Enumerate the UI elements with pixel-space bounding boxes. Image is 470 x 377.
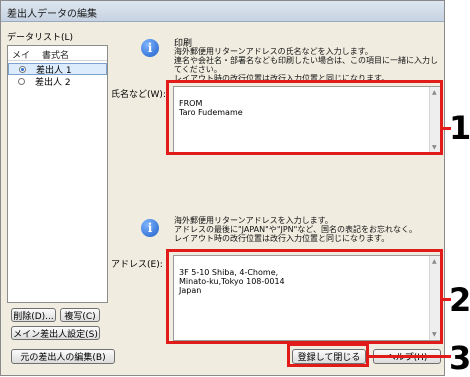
main-radio[interactable]: [19, 65, 26, 73]
callout-number: 1: [449, 109, 470, 147]
callout-box-name: [166, 80, 443, 155]
list-header: メイン 書式名: [8, 46, 107, 74]
callout-number: 2: [449, 281, 470, 319]
list-item[interactable]: 差出人 2: [8, 75, 107, 88]
delete-button[interactable]: 削除(D)...: [11, 308, 56, 322]
list-item[interactable]: 差出人 1: [8, 63, 107, 76]
column-main: メイン: [12, 51, 31, 74]
info-icon: i: [141, 219, 159, 237]
column-format-name: 書式名: [42, 51, 70, 61]
copy-button[interactable]: 複写(C): [60, 308, 100, 322]
callout-box-register: [287, 343, 369, 367]
callout-number: 3: [449, 339, 470, 377]
address-description: 海外郵便用リターンアドレスを入力します。 アドレスの最後に"JAPAN"や"JP…: [174, 216, 417, 243]
name-description: 海外郵便用リターンアドレスの氏名などを入力します。 連名や会社名・部署名なども印…: [174, 47, 438, 83]
data-list-label: データリスト(L): [7, 33, 74, 43]
main-radio[interactable]: [18, 77, 25, 85]
list-item-name: 差出人 2: [35, 77, 71, 88]
callout-connector: [369, 355, 451, 358]
address-field-label: アドレス(E):: [111, 260, 163, 270]
window-title: 差出人データの編集: [7, 9, 97, 20]
callout-box-address: [166, 249, 443, 344]
sender-list[interactable]: メイン 書式名 差出人 1 差出人 2: [7, 45, 108, 303]
set-main-sender-button[interactable]: メイン差出人設定(S): [11, 326, 100, 340]
name-field-label: 氏名など(W):: [111, 90, 166, 100]
info-icon: i: [141, 39, 159, 57]
title-bar[interactable]: 差出人データの編集: [1, 1, 444, 22]
edit-original-sender-button[interactable]: 元の差出人の編集(B): [11, 349, 115, 364]
